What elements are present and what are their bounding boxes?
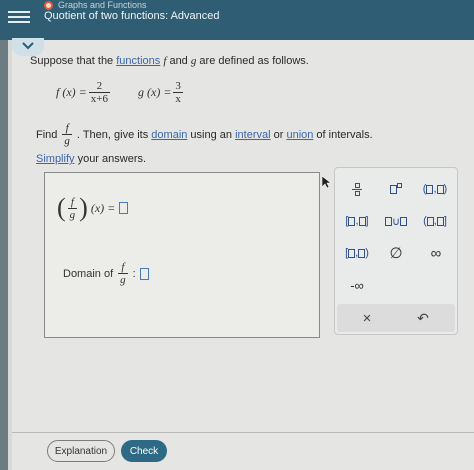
page-title: Quotient of two functions: Advanced (44, 10, 220, 22)
negative-infinity-icon: -∞ (350, 277, 364, 293)
answer-box: ( f g ) (x) = Domain of f g : (44, 172, 320, 338)
simplify-rest: your answers. (74, 153, 147, 165)
right-paren: ) (79, 193, 88, 222)
domain-answer-row: Domain of f g : (63, 261, 149, 286)
ho-left-box-icon (426, 216, 434, 226)
fraction-bar-icon (352, 188, 362, 190)
clear-button[interactable]: × (355, 307, 379, 329)
g-lhs: g (x) = (138, 85, 172, 99)
fraction-top-box-icon (354, 182, 360, 188)
half-open-right-key[interactable]: (,] (419, 210, 451, 232)
simplify-link[interactable]: Simplify (36, 153, 75, 165)
f-denominator: x+6 (88, 92, 110, 105)
domain-link[interactable]: domain (151, 129, 187, 141)
collapse-button[interactable] (12, 38, 44, 56)
negative-infinity-key[interactable]: -∞ (341, 274, 373, 296)
hl-right-box-icon (358, 248, 366, 258)
undo-button[interactable]: ↶ (411, 307, 435, 329)
of-intervals-text: of intervals. (313, 128, 373, 141)
domain-fraction: f g (118, 261, 128, 286)
find-frac-numerator: f (65, 122, 69, 134)
ho-right-box-icon (436, 216, 444, 226)
domain-numerator: f (121, 261, 125, 273)
using-text: using an (187, 128, 236, 141)
empty-set-icon: ∅ (389, 245, 403, 262)
quotient-fraction: f g (67, 195, 78, 221)
quotient-rhs: (x) = (90, 200, 116, 215)
half-open-left-key[interactable]: [,) (341, 242, 373, 264)
g-numerator: 3 (175, 80, 181, 92)
empty-set-key[interactable]: ∅ (383, 242, 409, 264)
hl-left-box-icon (348, 248, 356, 258)
check-button[interactable]: Check (121, 440, 167, 462)
breadcrumb: Graphs and Functions (44, 0, 147, 10)
ho-close-bracket-icon: ] (443, 215, 447, 227)
infinity-icon: ∞ (430, 244, 442, 262)
f-fraction: 2 x+6 (88, 80, 110, 105)
union-key[interactable]: ∪ (379, 210, 413, 232)
intro-and: and (166, 55, 191, 67)
domain-colon: : (132, 267, 136, 280)
functions-link[interactable]: functions (116, 55, 160, 67)
domain-label: Domain of (63, 267, 114, 280)
find-fraction: f g (62, 122, 72, 147)
quotient-numerator: f (70, 195, 74, 208)
g-fraction: 3 x (173, 80, 183, 105)
left-paren: ( (57, 193, 66, 222)
base-box-icon (390, 184, 397, 194)
f-numerator: 2 (96, 80, 103, 92)
left-rail (0, 40, 8, 470)
domain-denominator: g (118, 273, 128, 286)
find-instruction: Find f g . Then, give its domain using a… (36, 122, 373, 147)
simplify-instruction: Simplify your answers. (36, 153, 146, 165)
find-word: Find (36, 128, 58, 141)
g-definition: g (x) = 3 x (138, 80, 185, 105)
open-interval-key[interactable]: (,) (419, 178, 451, 200)
or-text: or (270, 128, 287, 141)
fraction-key[interactable] (345, 178, 369, 200)
quotient-denominator: g (67, 207, 78, 221)
infinity-key[interactable]: ∞ (423, 242, 449, 264)
quotient-answer-row: ( f g ) (x) = (57, 193, 129, 222)
undo-icon: ↶ (417, 309, 429, 326)
f-lhs: f (x) = (56, 85, 87, 99)
union-left-box-icon (384, 216, 392, 226)
find-frac-denominator: g (62, 134, 72, 147)
g-denominator: x (173, 92, 183, 105)
closed-right-box-icon (358, 216, 366, 226)
f-definition: f (x) = 2 x+6 (56, 80, 112, 105)
closed-interval-key[interactable]: [,] (341, 210, 373, 232)
quotient-answer-input[interactable] (119, 202, 129, 214)
union-right-box-icon (400, 216, 408, 226)
menu-icon[interactable] (8, 8, 30, 26)
intro-suffix: are defined as follows. (196, 55, 309, 67)
top-header: Graphs and Functions Quotient of two fun… (0, 0, 474, 40)
close-icon: × (362, 309, 372, 327)
keypad-action-bar: × ↶ (337, 304, 455, 332)
union-link[interactable]: union (286, 129, 313, 141)
close-bracket-icon: ] (365, 215, 369, 227)
interval-link[interactable]: interval (235, 129, 270, 141)
union-symbol: ∪ (391, 215, 401, 228)
progress-dot-icon (44, 0, 53, 10)
domain-answer-input[interactable] (139, 267, 149, 280)
exponent-box-icon (397, 182, 402, 188)
closed-left-box-icon (348, 216, 356, 226)
math-keypad: (,) [,] ∪ (,] [,) ∅ ∞ -∞ × ↶ (334, 167, 458, 335)
exponent-key[interactable] (381, 178, 411, 200)
problem-intro: Suppose that the functions f and g are d… (30, 55, 309, 67)
find-sentence: . Then, give its domain using an interva… (77, 129, 373, 141)
footer-divider (12, 432, 474, 433)
hl-close-paren-icon: ) (365, 247, 369, 259)
interval-left-box-icon (426, 184, 434, 194)
breadcrumb-text: Graphs and Functions (58, 0, 147, 10)
close-paren-icon: ) (443, 183, 448, 195)
mouse-cursor-icon (322, 176, 331, 189)
interval-right-box-icon (436, 184, 444, 194)
fraction-bottom-box-icon (354, 190, 360, 196)
then-text: . Then, give its (76, 128, 152, 141)
chevron-down-icon (22, 42, 34, 50)
explanation-button[interactable]: Explanation (47, 440, 115, 462)
intro-text: Suppose that the (30, 55, 117, 67)
